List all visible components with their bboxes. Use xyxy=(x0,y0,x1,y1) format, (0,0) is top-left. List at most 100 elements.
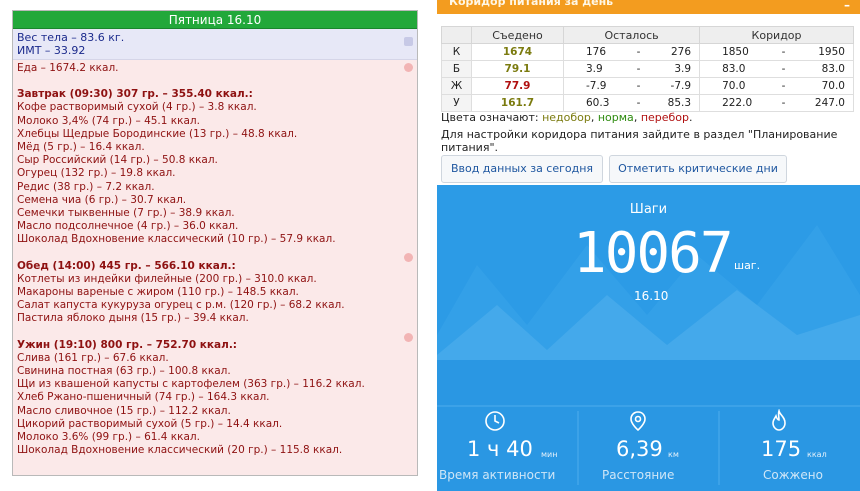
range-dash: - xyxy=(781,80,786,92)
input-today-button[interactable]: Ввод данных за сегодня xyxy=(441,155,603,183)
legend-norm: норма xyxy=(597,111,634,124)
meal-header-breakfast: Завтрак (09:30) 307 гр. – 355.40 ккал.: xyxy=(17,88,253,101)
steps-unit: шаг. xyxy=(734,259,761,272)
row-label: К xyxy=(441,43,472,61)
remaining-cell: 60.3 - 85.3 xyxy=(562,94,701,112)
list-item: Шоколад Вдохновение классический (10 гр.… xyxy=(17,233,336,246)
corridor-from: 1850 xyxy=(722,46,749,58)
stat-unit: км xyxy=(668,450,679,459)
legend-sep: , xyxy=(633,111,638,124)
legend-prefix: Цвета означают: xyxy=(441,111,539,124)
row-label: У xyxy=(441,94,472,112)
remaining-to: 85.3 xyxy=(667,97,692,109)
corridor-cell: 70.0 - 70.0 xyxy=(699,77,854,95)
legend-end: . xyxy=(689,111,693,124)
range-dash: - xyxy=(781,63,786,75)
stat-label: Расстояние xyxy=(602,468,675,482)
food-total: Еда – 1674.2 ккал. xyxy=(17,62,119,74)
column-header: Съедено xyxy=(471,26,564,44)
list-item: Хлебцы Щедрые Бородинские (13 гр.) – 48.… xyxy=(17,127,298,140)
corridor-from: 70.0 xyxy=(722,80,746,92)
list-item: Хлеб Ржано-пшеничный (74 гр.) – 164.3 кк… xyxy=(17,391,270,404)
list-item: Семечки тыквенные (7 гр.) – 38.9 ккал. xyxy=(17,207,235,220)
corridor-from: 222.0 xyxy=(722,97,753,109)
range-dash: - xyxy=(636,80,641,92)
hand-icon[interactable] xyxy=(404,63,413,72)
corridor-cell: 1850 - 1950 xyxy=(699,43,854,61)
list-item: Огурец (132 гр.) – 19.8 ккал. xyxy=(17,167,176,180)
remaining-from: 60.3 xyxy=(586,97,610,109)
range-dash: - xyxy=(781,46,786,58)
bmi-text: ИМТ – 33.92 xyxy=(17,44,86,57)
edit-icon[interactable] xyxy=(404,37,413,46)
column-header: Осталось xyxy=(562,26,701,44)
range-dash: - xyxy=(636,97,641,109)
list-item: Цикорий растворимый сухой (5 гр.) – 14.4… xyxy=(17,417,283,430)
list-item: Сыр Российский (14 гр.) – 50.8 ккал. xyxy=(17,154,218,167)
list-item: Слива (161 гр.) – 67.6 ккал. xyxy=(17,351,169,364)
mark-critical-days-button[interactable]: Отметить критические дни xyxy=(609,155,787,183)
list-item: Котлеты из индейки филейные (200 гр.) – … xyxy=(17,272,317,285)
food-list: Еда – 1674.2 ккал. Завтрак (09:30) 307 г… xyxy=(13,60,417,459)
list-item: Семена чиа (6 гр.) – 30.7 ккал. xyxy=(17,193,187,206)
list-item: Молоко 3,4% (74 гр.) – 45.1 ккал. xyxy=(17,114,200,127)
collapse-button[interactable]: – xyxy=(844,0,850,12)
list-item: Щи из квашеной капусты с картофелем (363… xyxy=(17,378,365,391)
legend-under: недобор xyxy=(542,111,591,124)
remaining-to: -7.9 xyxy=(670,80,692,92)
hand-icon[interactable] xyxy=(404,333,413,342)
list-item: Редис (38 гр.) – 7.2 ккал. xyxy=(17,180,155,193)
steps-count: 10067 xyxy=(573,221,734,286)
column-header xyxy=(441,26,472,44)
remaining-cell: -7.9 - -7.9 xyxy=(562,77,701,95)
stat-label: Сожжено xyxy=(763,468,823,482)
location-pin-icon xyxy=(630,411,646,432)
row-label: Ж xyxy=(441,77,472,95)
remaining-from: 176 xyxy=(586,46,607,58)
hand-icon[interactable] xyxy=(404,253,413,262)
steps-title: Шаги xyxy=(629,202,668,217)
table-row: Б 79.1 3.9 - 3.9 83.0 - 83.0 xyxy=(441,60,854,78)
eaten-value: 77.9 xyxy=(471,77,564,95)
corridor-title-bar: Коридор питания за день – xyxy=(437,0,860,14)
eaten-value: 1674 xyxy=(471,43,564,61)
list-item: Салат капуста кукуруза огурец с р.м. (12… xyxy=(17,299,345,312)
range-dash: - xyxy=(781,97,786,109)
clock-icon xyxy=(485,411,505,431)
remaining-from: -7.9 xyxy=(586,80,607,92)
list-item: Свинина постная (63 гр.) – 100.8 ккал. xyxy=(17,365,231,378)
eaten-value: 161.7 xyxy=(471,94,564,112)
range-dash: - xyxy=(636,46,641,58)
stat-active-time: 1 ч 40 мин Время активности xyxy=(437,407,577,491)
meal-header-dinner: Ужин (19:10) 800 гр. – 752.70 ккал.: xyxy=(17,338,238,351)
corridor-title: Коридор питания за день xyxy=(449,0,614,8)
remaining-cell: 3.9 - 3.9 xyxy=(562,60,701,78)
column-header: Коридор xyxy=(699,26,854,44)
corridor-table: Съедено Осталось Коридор К 1674 176 - 276 … xyxy=(441,26,854,112)
table-row: К 1674 176 - 276 1850 - 1950 xyxy=(441,43,854,61)
remaining-from: 3.9 xyxy=(586,63,603,75)
eaten-value: 79.1 xyxy=(471,60,564,78)
corridor-note: Для настройки коридора питания зайдите в… xyxy=(441,128,838,154)
list-item: Макароны вареные с жиром (110 гр.) – 148… xyxy=(17,286,299,299)
corridor-to: 1950 xyxy=(818,46,845,58)
color-legend: Цвета означают: недобор, норма, перебор. xyxy=(441,111,693,124)
stat-value: 6,39 xyxy=(616,437,663,461)
body-metrics: Вес тела – 83.6 кг. ИМТ – 33.92 xyxy=(13,29,417,60)
list-item: Масло подсолнечное (4 гр.) – 36.0 ккал. xyxy=(17,220,239,233)
list-item: Мёд (5 гр.) – 16.4 ккал. xyxy=(17,141,145,154)
nutrition-corridor-widget: Коридор питания за день – Съедено Остало… xyxy=(437,0,860,185)
steps-date: 16.10 xyxy=(634,289,669,303)
stat-label: Время активности xyxy=(439,468,556,482)
legend-over: перебор xyxy=(640,111,690,124)
remaining-to: 3.9 xyxy=(674,63,692,75)
list-item: Шоколад Вдохновение классический (20 гр.… xyxy=(17,444,343,457)
legend-sep: , xyxy=(590,111,595,124)
row-label: Б xyxy=(441,60,472,78)
stat-value: 1 ч 40 xyxy=(467,437,533,461)
table-row: Ж 77.9 -7.9 - -7.9 70.0 - 70.0 xyxy=(441,77,854,95)
meal-header-lunch: Обед (14:00) 445 гр. – 566.10 ккал.: xyxy=(17,259,236,272)
food-diary-panel: Пятница 16.10 Вес тела – 83.6 кг. ИМТ – … xyxy=(12,10,418,476)
list-item: Масло сливочное (15 гр.) – 112.2 ккал. xyxy=(17,404,231,417)
list-item: Кофе растворимый сухой (4 гр.) – 3.8 кка… xyxy=(17,101,257,114)
